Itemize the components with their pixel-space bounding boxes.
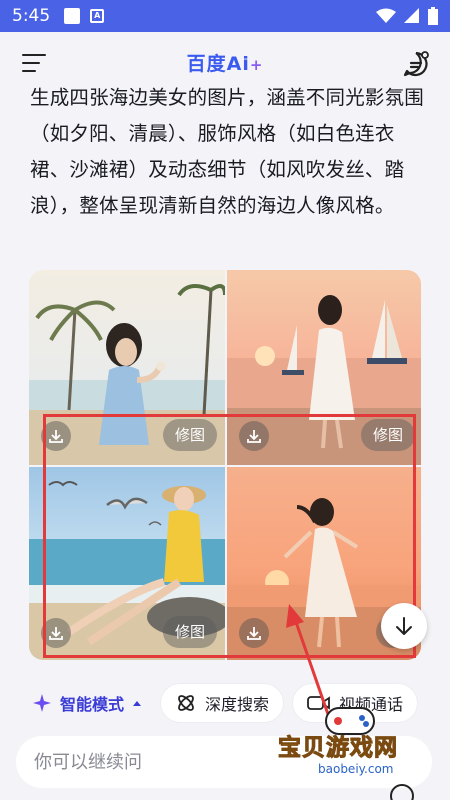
logo-ai: Ai <box>226 52 250 75</box>
download-button[interactable] <box>41 421 71 451</box>
download-button[interactable] <box>239 618 269 648</box>
status-icons <box>376 7 438 25</box>
generated-image-1[interactable]: 修图 <box>29 270 225 465</box>
watermark-text: 宝贝游戏网 <box>278 735 398 762</box>
answer-text: 生成四张海边美女的图片，涵盖不同光影氛围（如夕阳、清晨）、服饰风格（如白色连衣裙… <box>30 86 425 217</box>
logo-plus: + <box>249 55 264 74</box>
battery-icon <box>428 7 438 25</box>
wifi-icon <box>376 8 396 23</box>
download-button[interactable] <box>239 421 269 451</box>
edit-image-button[interactable]: 修图 <box>162 419 217 451</box>
image-grid: 修图 修图 修图 <box>29 270 421 660</box>
watermark-logo: 宝贝游戏网 baobeiy.com <box>270 700 450 800</box>
smart-mode-label: 智能模式 <box>60 695 125 714</box>
smart-mode-button[interactable]: 智能模式 <box>22 683 152 723</box>
generated-image-2[interactable]: 修图 <box>227 270 421 465</box>
watermark-domain: baobeiy.com <box>318 762 394 776</box>
deep-search-button[interactable]: 深度搜索 <box>160 683 285 723</box>
arrow-down-icon <box>396 617 412 635</box>
download-icon <box>247 430 261 443</box>
deep-search-label: 深度搜索 <box>205 695 270 714</box>
menu-icon[interactable] <box>22 54 46 74</box>
download-icon <box>49 430 63 443</box>
scroll-to-bottom-button[interactable] <box>381 603 427 649</box>
status-bar: 5:45 A <box>0 0 450 32</box>
status-time: 5:45 <box>12 6 51 26</box>
download-button[interactable] <box>41 618 71 648</box>
edit-image-button[interactable]: 修图 <box>360 419 415 451</box>
caret-up-icon <box>133 701 142 706</box>
download-icon <box>247 627 261 640</box>
download-icon <box>49 627 63 640</box>
edit-image-button[interactable]: 修图 <box>162 616 217 648</box>
logo-text: 百度 <box>186 52 227 75</box>
app-logo: 百度Ai+ <box>187 49 264 76</box>
generated-image-3[interactable]: 修图 <box>29 467 225 660</box>
app-notification-icon: A <box>90 9 105 23</box>
chat-answer: 生成四张海边美女的图片，涵盖不同光影氛围（如夕阳、清晨）、服饰风格（如白色连衣裙… <box>30 80 425 224</box>
notification-icon <box>64 8 81 24</box>
new-chat-icon[interactable] <box>402 50 430 78</box>
atom-icon <box>178 695 194 711</box>
signal-icon <box>404 8 419 23</box>
sparkle-icon <box>33 694 51 712</box>
